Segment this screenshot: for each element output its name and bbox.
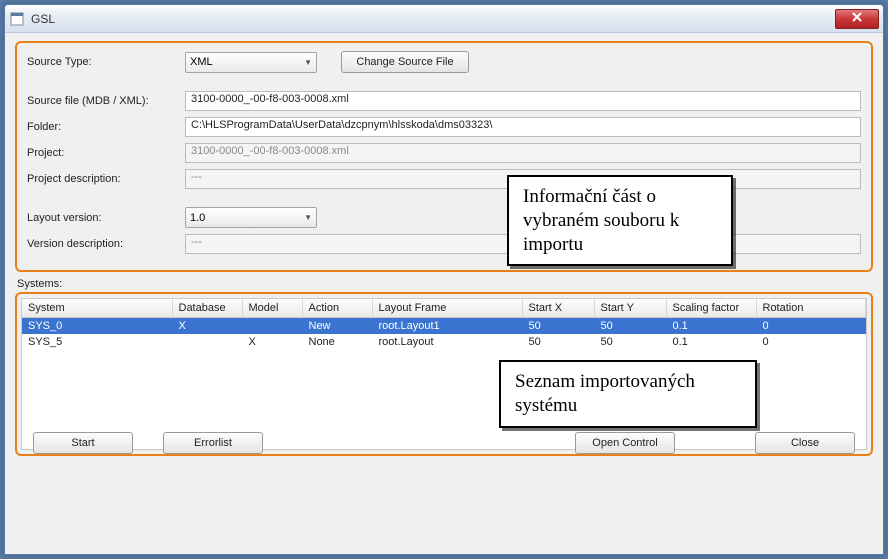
table-cell: 0.1	[666, 334, 756, 350]
info-callout: Informační část o vybraném souboru k imp…	[507, 175, 733, 266]
layout-version-dropdown[interactable]: 1.0 ▼	[185, 207, 317, 228]
table-cell: X	[172, 318, 242, 335]
table-cell: 0.1	[666, 318, 756, 335]
change-source-file-button[interactable]: Change Source File	[341, 51, 469, 73]
source-info-box: Source Type: XML ▼ Change Source File So…	[15, 41, 873, 272]
app-icon	[9, 11, 25, 27]
project-label: Project:	[27, 147, 185, 159]
table-cell	[172, 334, 242, 350]
start-button[interactable]: Start	[33, 432, 133, 454]
table-cell: SYS_0	[22, 318, 172, 335]
source-type-dropdown[interactable]: XML ▼	[185, 52, 317, 73]
content-area: Source Type: XML ▼ Change Source File So…	[5, 33, 883, 462]
window-title: GSL	[31, 12, 835, 26]
close-icon	[852, 12, 862, 25]
column-header[interactable]: System	[22, 299, 172, 318]
column-header[interactable]: Scaling factor	[666, 299, 756, 318]
folder-label: Folder:	[27, 121, 185, 133]
systems-label: Systems:	[17, 278, 873, 290]
source-file-input[interactable]: 3100-0000_-00-f8-003-0008.xml	[185, 91, 861, 111]
column-header[interactable]: Model	[242, 299, 302, 318]
app-window: GSL Source Type: XML ▼ Change Source Fil…	[4, 4, 884, 555]
table-cell: None	[302, 334, 372, 350]
table-cell: 50	[522, 318, 594, 335]
column-header[interactable]: Database	[172, 299, 242, 318]
table-cell: 50	[594, 318, 666, 335]
systems-table[interactable]: SystemDatabaseModelActionLayout FrameSta…	[22, 299, 866, 350]
footer: Start Errorlist Open Control Close	[5, 432, 883, 454]
column-header[interactable]: Start X	[522, 299, 594, 318]
column-header[interactable]: Rotation	[756, 299, 866, 318]
layout-version-label: Layout version:	[27, 212, 185, 224]
table-cell: root.Layout1	[372, 318, 522, 335]
table-cell: SYS_5	[22, 334, 172, 350]
table-cell	[242, 318, 302, 335]
titlebar: GSL	[5, 5, 883, 33]
table-cell: root.Layout	[372, 334, 522, 350]
table-cell: X	[242, 334, 302, 350]
systems-callout: Seznam importovaných systému	[499, 360, 757, 428]
errorlist-button[interactable]: Errorlist	[163, 432, 263, 454]
table-cell: 50	[522, 334, 594, 350]
project-desc-label: Project description:	[27, 173, 185, 185]
table-cell: 0	[756, 334, 866, 350]
source-type-label: Source Type:	[27, 56, 185, 68]
close-button[interactable]: Close	[755, 432, 855, 454]
project-input: 3100-0000_-00-f8-003-0008.xml	[185, 143, 861, 163]
chevron-down-icon: ▼	[304, 58, 312, 67]
source-type-value: XML	[190, 56, 213, 68]
table-cell: New	[302, 318, 372, 335]
column-header[interactable]: Action	[302, 299, 372, 318]
layout-version-value: 1.0	[190, 212, 205, 224]
table-cell: 0	[756, 318, 866, 335]
table-cell: 50	[594, 334, 666, 350]
table-row[interactable]: SYS_0XNewroot.Layout150500.10	[22, 318, 866, 335]
version-desc-label: Version description:	[27, 238, 185, 250]
folder-input[interactable]: C:\HLSProgramData\UserData\dzcpnym\hlssk…	[185, 117, 861, 137]
open-control-button[interactable]: Open Control	[575, 432, 675, 454]
source-file-label: Source file (MDB / XML):	[27, 95, 185, 107]
table-row[interactable]: SYS_5XNoneroot.Layout50500.10	[22, 334, 866, 350]
column-header[interactable]: Start Y	[594, 299, 666, 318]
chevron-down-icon: ▼	[304, 213, 312, 222]
window-close-button[interactable]	[835, 9, 879, 29]
column-header[interactable]: Layout Frame	[372, 299, 522, 318]
